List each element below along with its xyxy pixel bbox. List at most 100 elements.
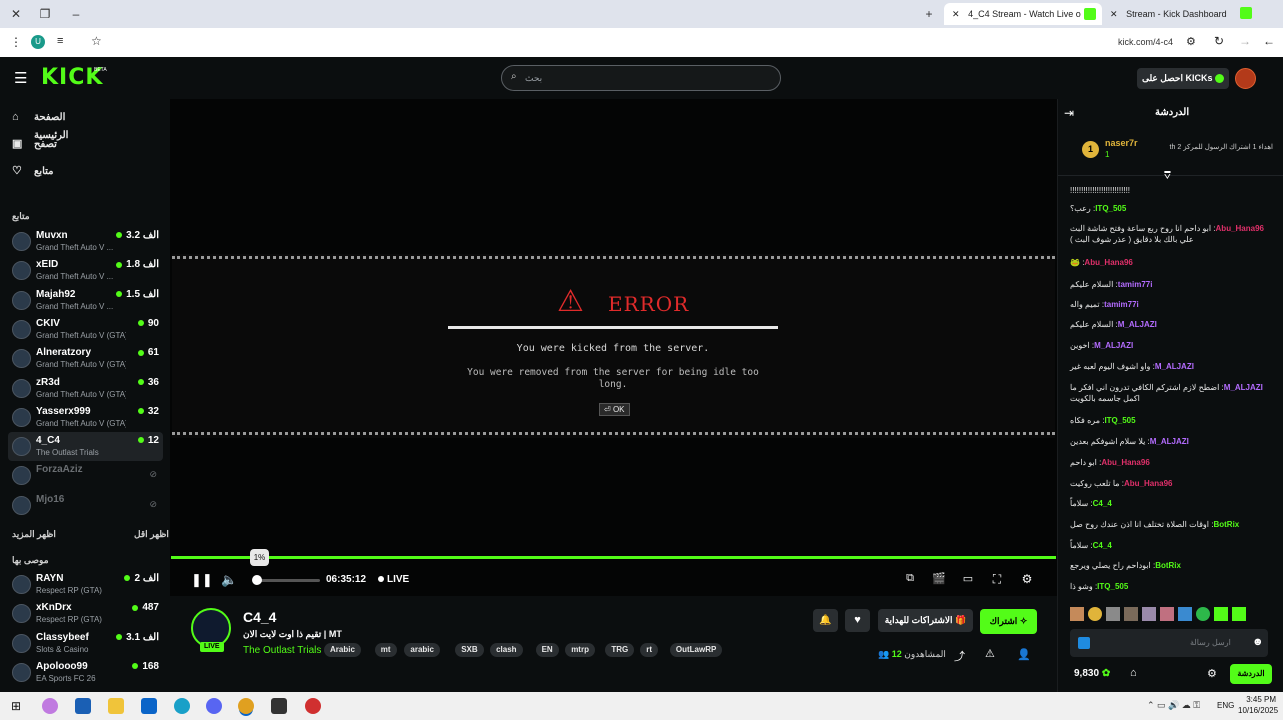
sidebar-channel[interactable]: RAYN Respect RP (GTA) 2 الف (8, 570, 163, 599)
sidebar-channel[interactable]: ForzaAziz ⊘ (8, 461, 163, 490)
get-kicks-button[interactable]: احصل على KICKs (1137, 68, 1229, 89)
chat-username[interactable]: 4_C4 (1093, 541, 1112, 550)
store-icon[interactable] (75, 698, 91, 714)
fullscreen-icon[interactable]: ⛶ (989, 572, 1005, 587)
menu-dots-icon[interactable]: ⋮ (10, 35, 22, 49)
outlook-icon[interactable] (141, 698, 157, 714)
chat-settings-icon[interactable]: ⚙ (1207, 667, 1217, 680)
sidebar-channel[interactable]: Muvxn Grand Theft Auto V ... 3.2 الف (8, 227, 163, 256)
chat-username[interactable]: ITQ_505 (1097, 582, 1128, 591)
clock-date[interactable]: 10/16/2025 (1238, 706, 1278, 715)
emote-icon[interactable] (1196, 607, 1210, 621)
hamburger-menu-icon[interactable]: ☰ (14, 69, 27, 87)
stream-category[interactable]: The Outlast Trials (243, 645, 321, 656)
emote-icon[interactable] (1232, 607, 1246, 621)
emote-icon[interactable] (1106, 607, 1120, 621)
nav-following[interactable]: ♡ متابع (12, 163, 102, 181)
settings-gear-icon[interactable]: ⚙ (1019, 572, 1035, 586)
stream-tag[interactable]: arabic (404, 643, 440, 657)
pin-toggle-icon[interactable]: ⩢ (1164, 170, 1171, 183)
chat-message[interactable]: ITQ_505: وشو ذا (1070, 581, 1268, 592)
chat-message[interactable]: 4_C4: سلاماً (1070, 540, 1268, 551)
chat-username[interactable]: M_ALJAZI (1118, 320, 1157, 329)
collapse-chat-icon[interactable]: ⇥ (1064, 106, 1074, 120)
chat-message[interactable]: Abu_Hana96: ابو داحم (1070, 457, 1268, 468)
emote-icon[interactable] (1214, 607, 1228, 621)
emote-icon[interactable] (1178, 607, 1192, 621)
search-bar[interactable]: ⌕ بحث (501, 65, 781, 91)
reload-icon[interactable]: ↻ (1214, 34, 1224, 48)
language-indicator[interactable]: ENG (1217, 701, 1234, 710)
chat-message[interactable]: M_ALJAZI: يلا سلام اشوفكم بعدين (1070, 436, 1268, 447)
playback-progress-bar[interactable] (171, 556, 1056, 559)
sidebar-channel[interactable]: Alneratzory Grand Theft Auto V (GTA) 61 (8, 344, 163, 373)
chat-message[interactable]: M_ALJAZI: اضطح لازم اشتركم الكافي تدرون … (1070, 382, 1268, 404)
chat-username[interactable]: BotRix (1213, 520, 1239, 529)
stream-tag[interactable]: EN (535, 643, 559, 657)
sidebar-channel[interactable]: xKnDrx Respect RP (GTA) 487 (8, 599, 163, 628)
copilot-icon[interactable] (42, 698, 58, 714)
game-app-icon[interactable] (271, 698, 287, 714)
emote-icon[interactable] (1160, 607, 1174, 621)
chat-message[interactable]: Abu_Hana96: ما تلعب روكيت (1070, 478, 1268, 489)
file-explorer-icon[interactable] (108, 698, 124, 714)
start-icon[interactable]: ⊞ (8, 698, 24, 714)
discord-icon[interactable] (206, 698, 222, 714)
chat-username[interactable]: M_ALJAZI (1155, 362, 1194, 371)
emote-icon[interactable] (1142, 607, 1156, 621)
follow-heart-icon[interactable]: ♥ (845, 609, 870, 632)
nav-home[interactable]: ⌂ الصفحة الرئيسية (12, 109, 102, 141)
tab-active[interactable]: ✕ 4_C4 Stream - Watch Live o (944, 3, 1102, 25)
stream-tag[interactable]: TRG (605, 643, 635, 657)
emote-icon[interactable] (1070, 607, 1084, 621)
stream-tag[interactable]: clash (490, 643, 523, 657)
url-text[interactable]: kick.com/4-c4 (1118, 37, 1173, 47)
stream-tag[interactable]: OutLawRP (669, 643, 723, 657)
chrome-icon[interactable] (238, 698, 254, 714)
chat-username[interactable]: ITQ_505 (1104, 416, 1135, 425)
close-window-icon[interactable]: ✕ (8, 6, 24, 22)
sidebar-channel[interactable]: CKIV Grand Theft Auto V (GTA) 90 (8, 315, 163, 344)
chat-message[interactable]: M_ALJAZI: السلام عليكم (1070, 319, 1268, 330)
chat-message[interactable]: ITQ_505: مره فكاه (1070, 415, 1268, 426)
nav-browse[interactable]: ▣ تصفح (12, 136, 102, 154)
recorder-icon[interactable] (305, 698, 321, 714)
chat-username[interactable]: 4_C4 (1093, 499, 1112, 508)
show-less-button[interactable]: اظهر اقل (134, 529, 169, 540)
share-icon[interactable]: ⤴ (954, 648, 965, 664)
shop-icon[interactable]: ⌂ (1130, 667, 1137, 679)
report-icon[interactable]: ⚠ (985, 647, 995, 660)
chat-message[interactable]: Abu_Hana96: ابو داحم انا روح ربع ساعة وف… (1070, 223, 1268, 245)
sidebar-channel[interactable]: xEID Grand Theft Auto V ... 1.8 الف (8, 256, 163, 285)
theater-mode-icon[interactable]: ▭ (960, 572, 976, 585)
ok-button[interactable]: ⏎ OK (599, 403, 630, 416)
channel-name[interactable]: C4_4 (243, 609, 276, 625)
user-avatar[interactable] (1235, 68, 1256, 89)
tab-close-icon[interactable]: ✕ (1110, 9, 1118, 19)
pinned-user[interactable]: naser7r (1105, 138, 1138, 148)
chat-username[interactable]: Abu_Hana96 (1124, 479, 1172, 488)
gift-subs-button[interactable]: الاشتراكات للهداية 🎁 (878, 609, 973, 632)
chat-message[interactable]: Abu_Hana96: 🐸 (1070, 257, 1268, 268)
profile-avatar-icon[interactable]: U (31, 35, 45, 49)
system-tray-icons[interactable]: ⌃ ▭ 🔊 ☁ ⚿ (1147, 700, 1200, 711)
pause-icon[interactable]: ❚❚ (191, 572, 213, 588)
chat-username[interactable]: tamim77i (1104, 300, 1139, 309)
chat-message[interactable]: !!!!!!!!!!!!!!!!!!!!!!!!!!! (1070, 185, 1268, 196)
stream-tag[interactable]: Arabic (324, 643, 361, 657)
sidebar-channel[interactable]: Yasserx999 Grand Theft Auto V (GTA) 32 (8, 403, 163, 432)
sidebar-channel[interactable]: Majah92 Grand Theft Auto V ... 1.5 الف (8, 286, 163, 315)
volume-handle[interactable] (252, 575, 262, 585)
tab-close-icon[interactable]: ✕ (952, 9, 960, 19)
volume-icon[interactable]: 🔈 (221, 572, 237, 588)
notification-bell-icon[interactable]: 🔔 (813, 609, 838, 632)
chat-username[interactable]: M_ALJAZI (1224, 383, 1263, 392)
volume-slider[interactable] (252, 575, 320, 585)
forward-icon[interactable]: → (1239, 34, 1251, 48)
chat-username[interactable]: Abu_Hana96 (1216, 224, 1264, 233)
chat-message[interactable]: ITQ_505: رعب؟ (1070, 203, 1268, 214)
chat-username[interactable]: tamim77i (1118, 280, 1153, 289)
restore-window-icon[interactable]: ❐ (37, 6, 53, 22)
chat-username[interactable]: Abu_Hana96 (1101, 458, 1149, 467)
tune-icon[interactable]: ≡ (57, 35, 63, 47)
